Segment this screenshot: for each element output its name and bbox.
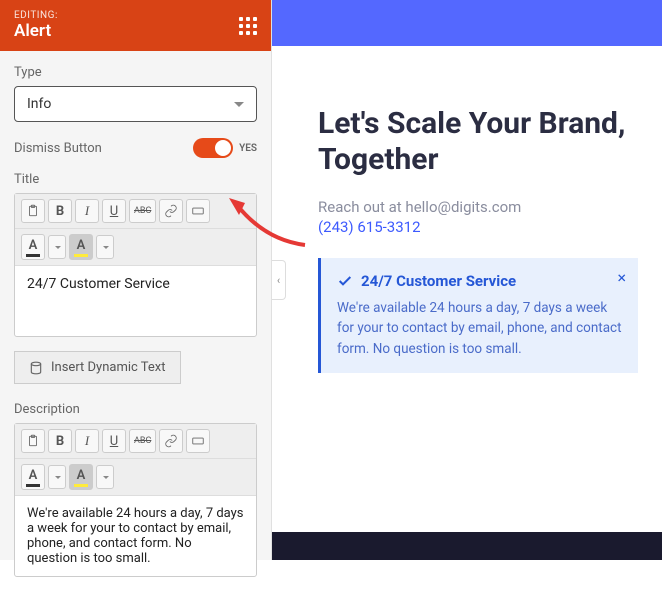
alert-title-text: 24/7 Customer Service (361, 272, 516, 290)
alert-title: 24/7 Customer Service (337, 272, 622, 290)
type-value: Info (27, 96, 51, 112)
desc-toolbar-2: A A (15, 459, 256, 496)
title-toolbar-2: A A (15, 229, 256, 266)
insert-dynamic-label: Insert Dynamic Text (51, 360, 166, 375)
dismiss-label: Dismiss Button (14, 141, 102, 156)
description-label: Description (14, 402, 257, 417)
italic-button[interactable]: I (75, 429, 99, 453)
bg-color-button[interactable]: A (69, 234, 93, 260)
preview-footer-bar (272, 532, 662, 560)
toggle-value: YES (239, 143, 257, 154)
sidebar-body: Type Info Dismiss Button YES Title B I U… (0, 51, 271, 605)
desc-toolbar: B I U ABC (15, 424, 256, 459)
editing-label: EDITING: (14, 10, 58, 21)
bg-color-caret[interactable] (96, 235, 114, 259)
database-icon (29, 361, 43, 375)
drag-handle-icon[interactable] (239, 17, 257, 35)
alert-close-button[interactable]: × (617, 268, 626, 287)
block-title: Alert (14, 21, 58, 41)
description-content[interactable]: We're available 24 hours a day, 7 days a… (15, 496, 256, 576)
insert-dynamic-button[interactable]: Insert Dynamic Text (14, 351, 181, 384)
title-editor: B I U ABC A A 24/7 Customer Service (14, 193, 257, 337)
underline-button[interactable]: U (102, 199, 126, 223)
title-label: Title (14, 172, 257, 187)
italic-button[interactable]: I (75, 199, 99, 223)
strike-button[interactable]: ABC (129, 429, 156, 453)
type-label: Type (14, 65, 257, 80)
title-toolbar: B I U ABC (15, 194, 256, 229)
paste-button[interactable] (21, 429, 45, 453)
description-editor: B I U ABC A A We're available 24 hours a… (14, 423, 257, 577)
preview-heading: Let's Scale Your Brand, Together (318, 106, 638, 178)
dismiss-row: Dismiss Button YES (14, 138, 257, 158)
type-select[interactable]: Info (14, 86, 257, 122)
title-content[interactable]: 24/7 Customer Service (15, 266, 256, 336)
bg-color-caret[interactable] (96, 465, 114, 489)
bold-button[interactable]: B (48, 199, 72, 223)
bg-color-button[interactable]: A (69, 464, 93, 490)
preview-pane: ‹ Let's Scale Your Brand, Together Reach… (272, 0, 662, 560)
alert-body: We're available 24 hours a day, 7 days a… (337, 298, 622, 359)
text-color-button[interactable]: A (21, 464, 45, 490)
preview-header-bar (272, 0, 662, 46)
collapse-sidebar-button[interactable]: ‹ (272, 260, 286, 300)
underline-button[interactable]: U (102, 429, 126, 453)
keyboard-button[interactable] (186, 199, 210, 223)
editor-sidebar: EDITING: Alert Type Info Dismiss Button … (0, 0, 272, 560)
alert-preview: × 24/7 Customer Service We're available … (318, 258, 638, 373)
phone-link[interactable]: (243) 615-3312 (318, 218, 638, 236)
text-color-caret[interactable] (48, 235, 66, 259)
reach-out-text: Reach out at hello@digits.com (318, 198, 638, 216)
check-icon (337, 273, 353, 289)
text-color-caret[interactable] (48, 465, 66, 489)
link-button[interactable] (159, 199, 183, 223)
strike-button[interactable]: ABC (129, 199, 156, 223)
dismiss-toggle[interactable] (193, 138, 233, 158)
keyboard-button[interactable] (186, 429, 210, 453)
sidebar-header: EDITING: Alert (0, 0, 271, 51)
chevron-down-icon (234, 102, 244, 107)
link-button[interactable] (159, 429, 183, 453)
bold-button[interactable]: B (48, 429, 72, 453)
paste-button[interactable] (21, 199, 45, 223)
text-color-button[interactable]: A (21, 234, 45, 260)
